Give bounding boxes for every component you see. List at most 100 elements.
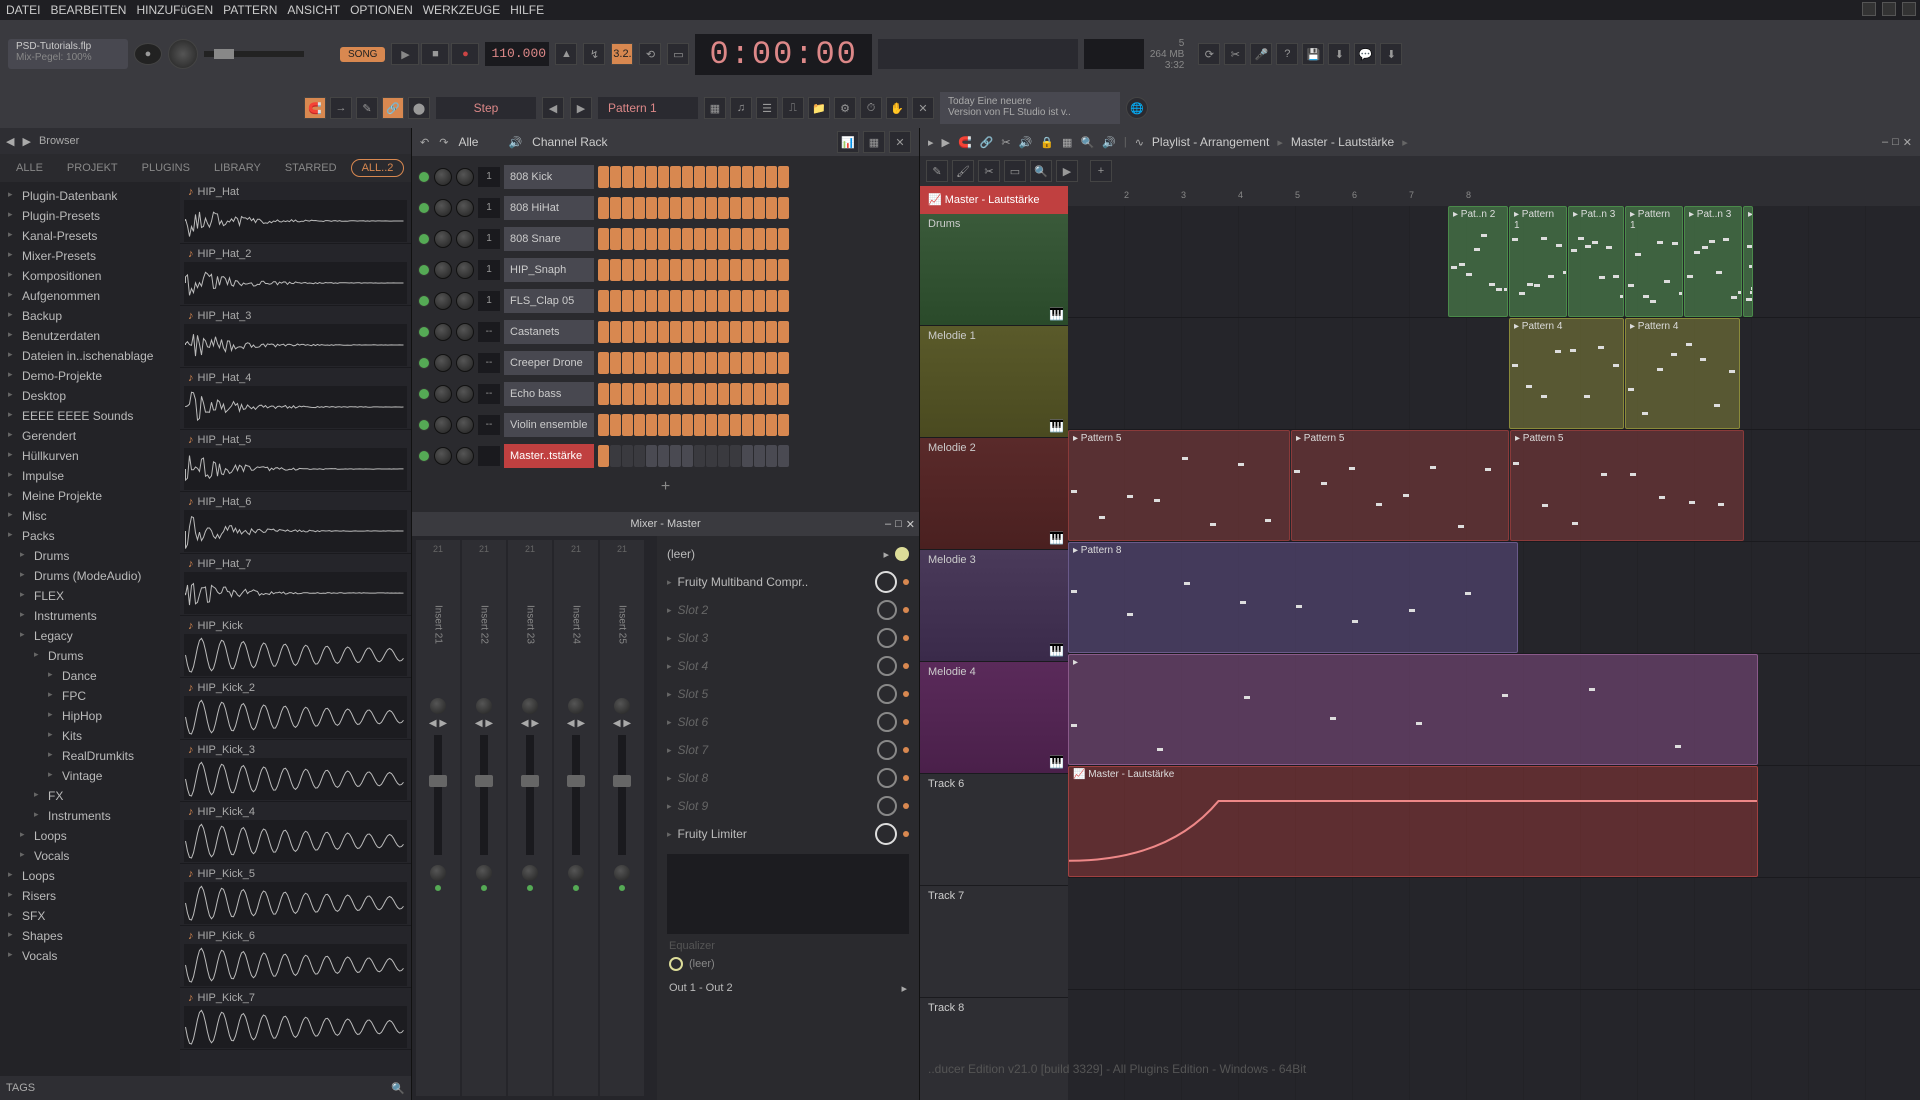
browser-samples[interactable]: HIP_HatHIP_Hat_2HIP_Hat_3HIP_Hat_4HIP_Ha… — [180, 182, 411, 1076]
sample-row[interactable]: HIP_Kick_2 — [180, 678, 411, 740]
step-button[interactable] — [622, 352, 633, 374]
step-button[interactable] — [622, 321, 633, 343]
channel-steps[interactable] — [598, 445, 789, 467]
step-button[interactable] — [766, 321, 777, 343]
channel-route-num[interactable]: 1 — [478, 291, 500, 311]
mixer-send-knob[interactable] — [430, 865, 446, 881]
menu-datei[interactable]: DATEI — [6, 3, 40, 17]
slot-arrow-icon[interactable]: ▸ — [667, 689, 672, 700]
channel-steps[interactable] — [598, 383, 789, 405]
step-button[interactable] — [646, 259, 657, 281]
channel-mute[interactable] — [418, 171, 430, 183]
view-plugin-icon[interactable]: ⚙ — [834, 97, 856, 119]
channel-pan-knob[interactable] — [434, 230, 452, 248]
rack-graph-icon[interactable]: 📊 — [837, 131, 859, 153]
channel-pan-knob[interactable] — [434, 354, 452, 372]
step-button[interactable] — [598, 383, 609, 405]
loop-icon[interactable]: ▭ — [667, 43, 689, 65]
slot-enable-dot[interactable] — [903, 719, 909, 725]
slot-arrow-icon[interactable]: ▸ — [667, 773, 672, 784]
step-button[interactable] — [634, 197, 645, 219]
pl-lock-icon[interactable]: 🔒 — [1040, 136, 1054, 149]
rack-close[interactable]: ✕ — [889, 131, 911, 153]
step-button[interactable] — [658, 259, 669, 281]
step-button[interactable] — [658, 290, 669, 312]
channel-steps[interactable] — [598, 414, 789, 436]
view-pianoroll-icon[interactable]: ♫ — [730, 97, 752, 119]
step-button[interactable] — [670, 414, 681, 436]
slot-enable-dot[interactable] — [903, 579, 909, 585]
step-button[interactable] — [658, 352, 669, 374]
slot-arrow-icon[interactable]: ▸ — [667, 661, 672, 672]
rack-back[interactable]: ↶ — [420, 136, 429, 149]
step-button[interactable] — [694, 228, 705, 250]
sample-row[interactable]: HIP_Kick_3 — [180, 740, 411, 802]
slot-enable-dot[interactable] — [903, 831, 909, 837]
tree-item[interactable]: Gerendert — [0, 426, 180, 446]
step-button[interactable] — [694, 414, 705, 436]
slot-mix-knob[interactable] — [877, 796, 897, 816]
channel-name[interactable]: Castanets — [504, 320, 594, 344]
step-button[interactable] — [706, 445, 717, 467]
step-button[interactable] — [766, 259, 777, 281]
step-button[interactable] — [682, 414, 693, 436]
step-button[interactable] — [682, 290, 693, 312]
step-button[interactable] — [682, 228, 693, 250]
sample-row[interactable]: HIP_Hat_4 — [180, 368, 411, 430]
time-display[interactable]: 0:00:00 — [695, 34, 871, 75]
channel-mute[interactable] — [418, 202, 430, 214]
step-button[interactable] — [658, 197, 669, 219]
slot-arrow-icon[interactable]: ▸ — [667, 829, 672, 840]
step-button[interactable] — [706, 352, 717, 374]
step-button[interactable] — [598, 321, 609, 343]
slot-enable-dot[interactable] — [903, 691, 909, 697]
tree-item[interactable]: Instruments — [0, 806, 180, 826]
channel-name[interactable]: Master..tstärke — [504, 444, 594, 468]
link-icon[interactable]: → — [330, 97, 352, 119]
step-button[interactable] — [646, 290, 657, 312]
step-button[interactable] — [778, 321, 789, 343]
save-icon[interactable]: 💾 — [1302, 43, 1324, 65]
channel-name[interactable]: Creeper Drone — [504, 351, 594, 375]
step-button[interactable] — [766, 290, 777, 312]
step-button[interactable] — [670, 321, 681, 343]
sample-row[interactable]: HIP_Kick_5 — [180, 864, 411, 926]
fx-slot[interactable]: ▸Slot 8 — [661, 764, 915, 792]
browser-tab-all..2[interactable]: ALL..2 — [351, 159, 405, 177]
step-button[interactable] — [730, 321, 741, 343]
step-button[interactable] — [778, 290, 789, 312]
playlist-clip[interactable]: ▸ — [1743, 206, 1753, 317]
slot-enable-dot[interactable] — [903, 635, 909, 641]
step-button[interactable] — [634, 321, 645, 343]
tree-item[interactable]: Meine Projekte — [0, 486, 180, 506]
view-mixer-icon[interactable]: ⎍ — [782, 97, 804, 119]
pl-cut-icon[interactable]: ✂ — [1001, 136, 1010, 149]
playlist-track-header[interactable]: Drums🎹 — [920, 214, 1068, 326]
step-button[interactable] — [730, 352, 741, 374]
tree-item[interactable]: Misc — [0, 506, 180, 526]
mixer-track[interactable]: 21Insert 24◀ ▶ — [554, 540, 598, 1096]
playlist-clip[interactable]: ▸ Pattern 5 — [1068, 430, 1290, 541]
pl-tool-select[interactable]: ▭ — [1004, 160, 1026, 182]
step-button[interactable] — [658, 321, 669, 343]
step-button[interactable] — [742, 321, 753, 343]
step-button[interactable] — [706, 259, 717, 281]
channel-vol-knob[interactable] — [456, 261, 474, 279]
pl-tool-zoom[interactable]: 🔍 — [1030, 160, 1052, 182]
step-button[interactable] — [622, 414, 633, 436]
playlist-lane[interactable] — [1068, 990, 1920, 1100]
channel-pan-knob[interactable] — [434, 447, 452, 465]
search-icon[interactable]: 🔍 — [391, 1082, 405, 1095]
step-button[interactable] — [730, 166, 741, 188]
mixer-preset[interactable]: (leer) — [667, 547, 877, 561]
pl-close[interactable]: ✕ — [1903, 136, 1912, 149]
mixer-track[interactable]: 21Insert 23◀ ▶ — [508, 540, 552, 1096]
mixer-fader[interactable] — [480, 735, 488, 855]
channel-route-num[interactable]: -- — [478, 353, 500, 373]
channel-mute[interactable] — [418, 233, 430, 245]
menu-ansicht[interactable]: ANSICHT — [287, 3, 340, 17]
step-button[interactable] — [742, 259, 753, 281]
fx-slot[interactable]: ▸Slot 5 — [661, 680, 915, 708]
channel-steps[interactable] — [598, 321, 789, 343]
tree-item[interactable]: Demo-Projekte — [0, 366, 180, 386]
